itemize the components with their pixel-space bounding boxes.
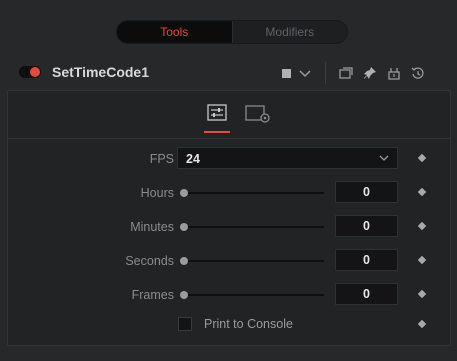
versions-icon[interactable] <box>338 65 354 81</box>
controls-sliders-icon <box>207 104 227 121</box>
frames-input[interactable]: 0 <box>335 283 398 305</box>
enable-indicator-icon <box>30 67 40 77</box>
frames-label: Frames <box>131 288 174 302</box>
print-to-console-row: Print to Console <box>8 313 450 337</box>
settings-gear-tab-icon <box>245 105 270 123</box>
node-name: SetTimeCode1 <box>52 64 149 80</box>
node-header: SetTimeCode1 <box>0 56 457 90</box>
minutes-row: Minutes 0 <box>8 215 450 239</box>
seconds-slider-knob[interactable] <box>180 257 188 265</box>
seconds-label: Seconds <box>125 254 174 268</box>
panel-tabbar <box>8 91 450 139</box>
frames-slider-track[interactable] <box>184 294 324 296</box>
frames-slider-knob[interactable] <box>180 291 188 299</box>
minutes-slider-track[interactable] <box>184 226 324 228</box>
print-to-console-checkbox[interactable] <box>178 317 192 331</box>
frames-keyframe-diamond-icon[interactable] <box>417 289 427 299</box>
hours-label: Hours <box>140 186 174 200</box>
node-enable-toggle[interactable] <box>19 66 41 78</box>
seconds-input[interactable]: 0 <box>335 249 398 271</box>
hours-keyframe-diamond-icon[interactable] <box>417 187 427 197</box>
tab-tools[interactable]: Tools <box>117 21 232 43</box>
fps-dropdown[interactable]: 24 <box>177 147 398 169</box>
minutes-input[interactable]: 0 <box>335 215 398 237</box>
tab-modifiers[interactable]: Modifiers <box>231 21 347 43</box>
hours-input[interactable]: 0 <box>335 181 398 203</box>
hours-slider-knob[interactable] <box>180 189 188 197</box>
lock-icon[interactable] <box>386 65 402 81</box>
active-tab-underline <box>204 131 230 133</box>
minutes-slider-knob[interactable] <box>180 223 188 231</box>
fps-keyframe-diamond-icon[interactable] <box>417 153 427 163</box>
tools-modifiers-tabbar: Tools Modifiers <box>116 20 348 44</box>
tab-controls[interactable] <box>201 101 233 133</box>
print-to-console-label[interactable]: Print to Console <box>204 317 293 331</box>
inspector-panel: FPS 24 Hours 0 Minutes 0 Seconds 0 Frame… <box>7 90 451 346</box>
chevron-down-icon <box>379 155 389 161</box>
minutes-label: Minutes <box>130 220 174 234</box>
color-swatch-icon[interactable] <box>279 65 295 81</box>
print-to-console-keyframe-diamond-icon[interactable] <box>417 319 427 329</box>
hours-row: Hours 0 <box>8 181 450 205</box>
pin-icon[interactable] <box>362 65 378 81</box>
seconds-keyframe-diamond-icon[interactable] <box>417 255 427 265</box>
chevron-down-icon[interactable] <box>297 65 313 81</box>
fps-value: 24 <box>186 152 200 166</box>
tab-settings[interactable] <box>241 101 273 127</box>
seconds-row: Seconds 0 <box>8 249 450 273</box>
header-divider <box>325 62 326 84</box>
seconds-slider-track[interactable] <box>184 260 324 262</box>
frames-row: Frames 0 <box>8 283 450 307</box>
fps-label: FPS <box>149 152 174 166</box>
fps-row: FPS 24 <box>8 147 450 171</box>
reset-icon[interactable] <box>410 65 426 81</box>
hours-slider-track[interactable] <box>184 192 324 194</box>
minutes-keyframe-diamond-icon[interactable] <box>417 221 427 231</box>
